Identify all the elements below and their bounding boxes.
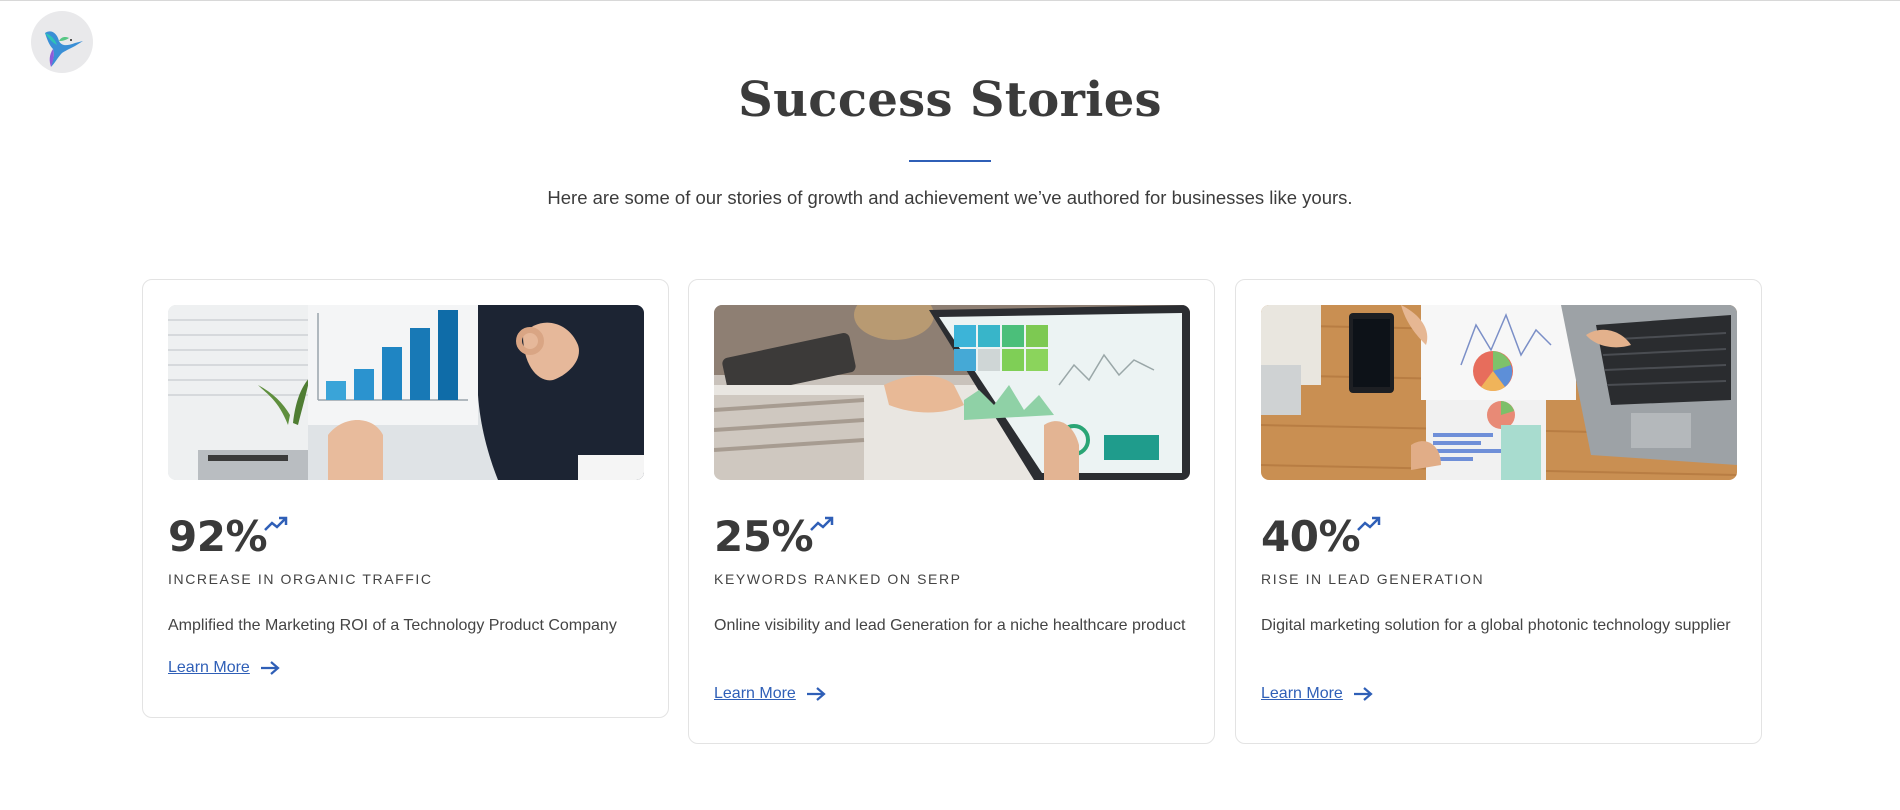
story-description: Digital marketing solution for a global …	[1261, 617, 1731, 634]
stat-label: RISE IN LEAD GENERATION	[1261, 571, 1485, 587]
story-description: Amplified the Marketing ROI of a Technol…	[168, 617, 617, 634]
success-story-card: 40% RISE IN LEAD GENERATION Digital mark…	[1235, 279, 1762, 744]
trending-up-icon	[1357, 516, 1381, 531]
tablet-analytics-dashboard-photo	[714, 305, 1190, 480]
learn-more-link[interactable]: Learn More	[714, 685, 826, 703]
learn-more-label: Learn More	[1261, 685, 1343, 702]
success-story-card: 92% INCREASE IN ORGANIC TRAFFIC Amplifie…	[142, 279, 669, 718]
success-story-card: 25% KEYWORDS RANKED ON SERP Online visib…	[688, 279, 1215, 744]
story-description: Online visibility and lead Generation fo…	[714, 617, 1186, 634]
arrow-right-icon	[806, 687, 826, 701]
trending-up-icon	[264, 516, 288, 531]
stat-value: 92%	[168, 512, 268, 561]
arrow-right-icon	[1353, 687, 1373, 701]
arrow-right-icon	[260, 661, 280, 675]
learn-more-label: Learn More	[168, 659, 250, 676]
title-underline	[909, 160, 991, 162]
page-subtitle: Here are some of our stories of growth a…	[547, 187, 1353, 208]
bar-chart-presentation-photo	[168, 305, 644, 480]
stat-value: 25%	[714, 512, 814, 561]
stat-value: 40%	[1261, 512, 1361, 561]
learn-more-label: Learn More	[714, 685, 796, 702]
stat-label: INCREASE IN ORGANIC TRAFFIC	[168, 571, 433, 587]
learn-more-link[interactable]: Learn More	[168, 659, 280, 677]
stat-label: KEYWORDS RANKED ON SERP	[714, 571, 962, 587]
page-title: Success Stories	[738, 72, 1162, 128]
desk-reports-laptop-photo	[1261, 305, 1737, 480]
hummingbird-logo-icon[interactable]	[31, 11, 93, 73]
top-divider	[0, 0, 1900, 1]
learn-more-link[interactable]: Learn More	[1261, 685, 1373, 703]
trending-up-icon	[810, 516, 834, 531]
